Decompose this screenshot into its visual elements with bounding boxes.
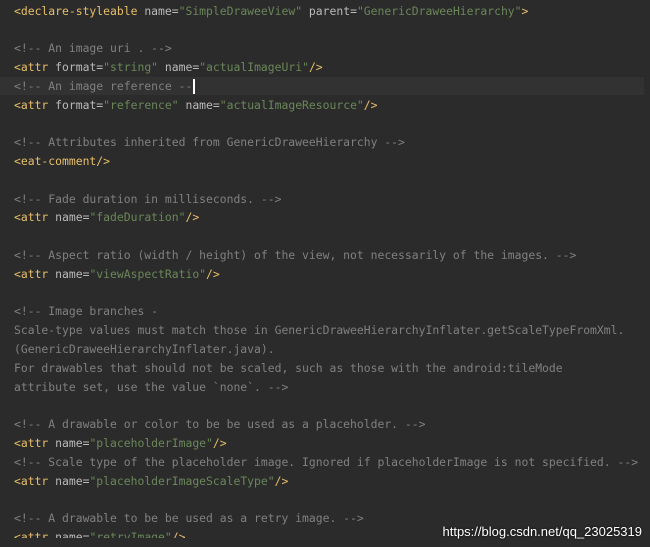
xml-attribute-token: name= [55,266,90,281]
xml-comment-token: For drawables that should not be scaled,… [14,360,563,375]
xml-attribute-token: format= [55,97,104,112]
code-editor[interactable]: <declare-styleable name="SimpleDraweeVie… [0,0,650,547]
xml-attribute-token: name= [55,435,90,450]
xml-comment-token: attribute set, use the value `none`. --> [14,379,289,394]
text-caret [193,78,196,94]
xml-tag-token: <attr [14,97,56,112]
watermark-text: https://blog.csdn.net/qq_23025319 [442,524,643,539]
xml-tag-token: <attr [14,59,56,74]
code-line[interactable]: (GenericDraweeHierarchyInflater.java). [14,340,275,359]
xml-comment-token: (GenericDraweeHierarchyInflater.java). [14,341,275,356]
xml-attribute-token: name= [144,3,179,18]
code-line-current[interactable]: <!-- An image reference -- [0,76,650,96]
xml-tag-token: /> [274,473,289,488]
xml-tag-token: /> [363,97,378,112]
xml-value-token: "actualImageUri" [199,59,309,74]
editor-bottom-edge [0,538,650,547]
code-line[interactable]: <!-- Attributes inherited from GenericDr… [14,133,405,152]
xml-tag-token: <declare-styleable [14,3,145,18]
code-line[interactable]: <attr name="viewAspectRatio"/> [14,265,220,284]
xml-attribute-token: name= [55,473,90,488]
xml-tag-token: /> [212,435,227,450]
xml-value-token: "reference" [103,97,179,112]
xml-tag-token: <attr [14,435,56,450]
xml-attribute-token: name= [178,97,220,112]
xml-comment-token: <!-- A drawable or color to be be used a… [14,417,426,432]
xml-tag-token: <attr [14,473,56,488]
editor-right-edge [644,0,650,547]
xml-value-token: "placeholderImageScaleType" [89,473,275,488]
code-line[interactable]: <attr name="fadeDuration"/> [14,208,199,227]
xml-value-token: "actualImageResource" [219,97,364,112]
xml-value-token: "GenericDraweeHierarchy" [356,3,522,18]
xml-comment-token: <!-- Fade duration in milliseconds. --> [14,191,282,206]
xml-tag-token: /> [185,210,200,225]
code-line[interactable]: <!-- A drawable or color to be be used a… [14,415,425,434]
code-line[interactable]: <!-- Image branches - [14,302,158,321]
xml-tag-token: /> [308,59,323,74]
xml-tag-token: <eat-comment/> [14,153,111,168]
xml-attribute-token: name= [55,210,90,225]
code-line[interactable]: <attr format="reference" name="actualIma… [14,96,378,115]
xml-tag-token: <attr [14,210,56,225]
xml-comment-token: <!-- An image uri . --> [14,41,172,56]
code-line[interactable]: <attr format="string" name="actualImageU… [14,58,323,77]
code-line[interactable]: attribute set, use the value `none`. --> [14,378,288,397]
xml-value-token: "string" [103,59,159,74]
xml-value-token: "viewAspectRatio" [89,266,207,281]
code-line[interactable]: <attr name="placeholderImageScaleType"/> [14,472,288,491]
xml-comment-token: <!-- Attributes inherited from GenericDr… [14,135,405,150]
code-line[interactable]: Scale-type values must match those in Ge… [14,321,624,340]
xml-value-token: "placeholderImage" [89,435,213,450]
code-line[interactable]: <declare-styleable name="SimpleDraweeVie… [14,2,528,21]
xml-comment-token: <!-- An image reference -- [14,78,193,93]
xml-attribute-token: format= [55,59,104,74]
code-line[interactable]: <!-- Fade duration in milliseconds. --> [14,190,281,209]
code-line[interactable]: For drawables that should not be scaled,… [14,359,563,378]
xml-comment-token: <!-- Image branches - [14,304,159,319]
xml-tag-token: <attr [14,266,56,281]
xml-comment-token: <!-- A drawable to be be used as a retry… [14,511,364,526]
code-line[interactable]: <!-- Scale type of the placeholder image… [14,453,638,472]
xml-comment-token: <!-- Scale type of the placeholder image… [14,454,639,469]
code-line[interactable]: <eat-comment/> [14,152,110,171]
xml-comment-token: Scale-type values must match those in Ge… [14,323,625,338]
xml-attribute-token: name= [158,59,200,74]
code-line[interactable]: <!-- An image uri . --> [14,39,172,58]
xml-tag-token: > [521,3,529,18]
xml-tag-token: /> [206,266,220,281]
xml-comment-token: <!-- Aspect ratio (width / height) of th… [14,247,577,262]
code-line[interactable]: <attr name="placeholderImage"/> [14,434,227,453]
code-line[interactable]: <!-- Aspect ratio (width / height) of th… [14,246,576,265]
code-line[interactable]: <!-- A drawable to be be used as a retry… [14,509,364,528]
xml-value-token: "fadeDuration" [89,210,186,225]
xml-value-token: "SimpleDraweeView" [178,3,303,18]
xml-attribute-token: parent= [302,3,357,18]
